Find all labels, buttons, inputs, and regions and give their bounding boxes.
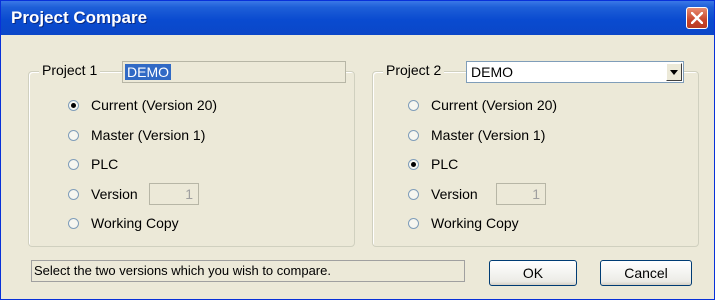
radio-label: Working Copy: [91, 215, 179, 231]
radio-label: Version: [91, 186, 138, 202]
project1-option-working-copy[interactable]: Working Copy: [68, 213, 179, 233]
project1-name-value: DEMO: [125, 64, 171, 80]
chevron-down-icon: [670, 69, 678, 75]
dropdown-button[interactable]: [666, 63, 682, 81]
project-compare-dialog: Project Compare Project 1 DEMO Current (…: [0, 0, 715, 300]
dialog-client-area: Project 1 DEMO Current (Version 20) Mast…: [4, 35, 711, 296]
project2-label: Project 2: [383, 62, 445, 78]
radio-button[interactable]: [408, 99, 419, 111]
radio-button[interactable]: [68, 158, 79, 170]
radio-label: Version: [431, 186, 478, 202]
project1-option-version[interactable]: Version: [68, 184, 138, 204]
radio-button[interactable]: [408, 217, 419, 229]
radio-label: Master (Version 1): [431, 127, 546, 143]
radio-button[interactable]: [408, 158, 419, 170]
dialog-title: Project Compare: [11, 8, 148, 27]
status-text: Select the two versions which you wish t…: [31, 260, 465, 282]
radio-button[interactable]: [408, 129, 419, 141]
ok-button[interactable]: OK: [489, 260, 577, 286]
title-bar[interactable]: Project Compare: [1, 1, 714, 35]
project2-option-plc[interactable]: PLC: [408, 154, 458, 174]
project2-option-master[interactable]: Master (Version 1): [408, 125, 545, 145]
project1-option-plc[interactable]: PLC: [68, 154, 118, 174]
radio-button[interactable]: [408, 188, 419, 200]
project1-option-master[interactable]: Master (Version 1): [68, 125, 205, 145]
radio-button[interactable]: [68, 99, 79, 111]
project2-select[interactable]: DEMO: [466, 61, 684, 83]
cancel-button[interactable]: Cancel: [600, 260, 692, 286]
radio-label: PLC: [431, 156, 459, 172]
project1-name-field[interactable]: DEMO: [122, 61, 346, 83]
project2-option-version[interactable]: Version: [408, 184, 478, 204]
project1-version-input[interactable]: 1: [149, 183, 199, 205]
project2-option-working-copy[interactable]: Working Copy: [408, 213, 519, 233]
radio-label: Master (Version 1): [91, 127, 206, 143]
radio-label: Current (Version 20): [431, 97, 558, 113]
project2-select-value: DEMO: [471, 64, 513, 80]
project1-label: Project 1: [39, 62, 101, 78]
close-button[interactable]: [686, 7, 708, 29]
project1-option-current[interactable]: Current (Version 20): [68, 95, 217, 115]
project2-version-input[interactable]: 1: [496, 183, 546, 205]
project2-option-current[interactable]: Current (Version 20): [408, 95, 557, 115]
radio-label: Current (Version 20): [91, 97, 218, 113]
radio-button[interactable]: [68, 217, 79, 229]
radio-button[interactable]: [68, 188, 79, 200]
radio-label: Working Copy: [431, 215, 519, 231]
radio-button[interactable]: [68, 129, 79, 141]
radio-label: PLC: [91, 156, 119, 172]
close-icon: [691, 12, 703, 24]
